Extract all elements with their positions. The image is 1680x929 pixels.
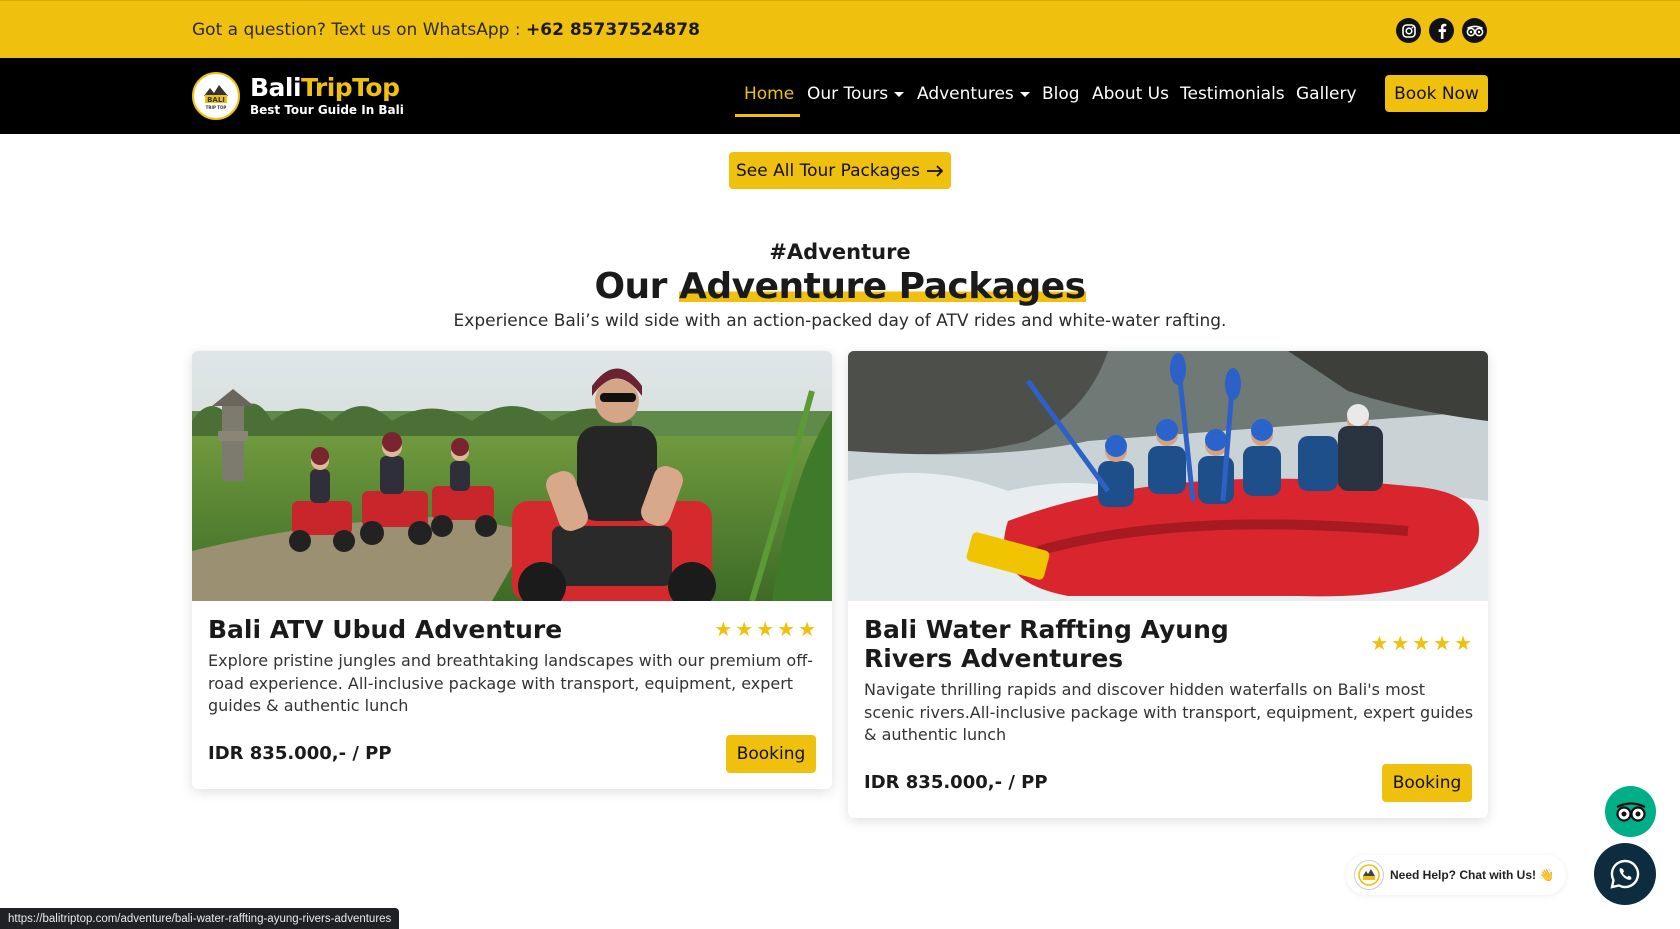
whatsapp-contact-text: Got a question? Text us on WhatsApp : +6… bbox=[192, 20, 700, 40]
section-title-highlight: Adventure Packages bbox=[678, 266, 1086, 307]
nav-home[interactable]: Home bbox=[744, 84, 794, 104]
logo-subtext: TRIP TOP bbox=[206, 105, 227, 110]
card-footer: IDR 835.000,- / PP Booking bbox=[208, 734, 816, 773]
card-body: ★ ★ ★ ★ ★ Bali Water Raffting Ayung Rivers A… bbox=[848, 601, 1488, 818]
card-description: Navigate thrilling rapids and discover h… bbox=[864, 680, 1474, 744]
star-icon: ★ bbox=[1412, 631, 1431, 655]
nav-home-label: Home bbox=[744, 84, 795, 104]
nav-about-us-label: About Us bbox=[1092, 84, 1169, 104]
section-eyebrow: #Adventure bbox=[769, 240, 911, 264]
whatsapp-icon bbox=[1610, 859, 1640, 889]
phone-number[interactable]: +62 85737524878 bbox=[526, 20, 700, 40]
whatsapp-float-button[interactable] bbox=[1594, 843, 1656, 905]
tripadvisor-icon bbox=[1615, 801, 1646, 822]
brand-wordmark[interactable]: BaliTripTop Best Tour Guide In Bali bbox=[250, 73, 404, 117]
browser-status-url: https://balitriptop.com/adventure/bali-w… bbox=[0, 908, 400, 929]
brand-logo[interactable]: BALI TRIP TOP bbox=[192, 72, 240, 120]
question-text: Got a question? Text us on WhatsApp : bbox=[192, 20, 527, 40]
tripadvisor-icon[interactable] bbox=[1462, 18, 1487, 43]
card-body: ★ ★ ★ ★ ★ Bali ATV Ubud Adventure Explore pr… bbox=[192, 601, 832, 789]
card-footer: IDR 835.000,- / PP Booking bbox=[864, 763, 1472, 802]
star-icon: ★ bbox=[756, 617, 775, 641]
section-title-plain: Our bbox=[594, 266, 679, 307]
nav-gallery-label: Gallery bbox=[1296, 84, 1357, 104]
star-icon: ★ bbox=[714, 617, 733, 641]
chevron-down-icon bbox=[894, 91, 905, 97]
chevron-down-icon bbox=[1019, 91, 1030, 97]
star-icon: ★ bbox=[735, 617, 754, 641]
star-icon: ★ bbox=[1391, 631, 1410, 655]
rafting-photo[interactable] bbox=[848, 351, 1488, 601]
agent-avatar bbox=[1354, 860, 1384, 890]
social-links bbox=[1396, 18, 1487, 43]
package-card-rafting: ★ ★ ★ ★ ★ Bali Water Raffting Ayung Rivers A… bbox=[848, 351, 1488, 818]
rating-stars: ★ ★ ★ ★ ★ bbox=[714, 619, 816, 639]
star-icon: ★ bbox=[777, 617, 796, 641]
star-icon: ★ bbox=[1370, 631, 1389, 655]
main-navbar: BALI TRIP TOP BaliTripTop Best Tour Guid… bbox=[0, 58, 1680, 134]
nav-gallery[interactable]: Gallery bbox=[1296, 84, 1357, 104]
nav-testimonials[interactable]: Testimonials bbox=[1180, 84, 1285, 104]
nav-about-us[interactable]: About Us bbox=[1092, 84, 1169, 104]
star-icon: ★ bbox=[1454, 631, 1472, 655]
see-all-label: See All Tour Packages bbox=[736, 160, 920, 181]
card-price: IDR 835.000,- / PP bbox=[864, 772, 1048, 793]
rating-stars: ★ ★ ★ ★ ★ bbox=[1370, 633, 1472, 653]
arrow-right-icon bbox=[926, 164, 944, 177]
card-description: Explore pristine jungles and breathtakin… bbox=[208, 651, 814, 715]
brand-name-part1: Bali bbox=[250, 73, 302, 102]
nav-testimonials-label: Testimonials bbox=[1180, 84, 1285, 104]
top-info-bar: Got a question? Text us on WhatsApp : +6… bbox=[0, 0, 1680, 58]
nav-adventures[interactable]: Adventures bbox=[917, 84, 1030, 104]
section-title: Our Adventure Packages bbox=[0, 266, 1680, 307]
card-title[interactable]: Bali Water Raffting Ayung Rivers Adventu… bbox=[864, 615, 1324, 673]
card-title[interactable]: Bali ATV Ubud Adventure bbox=[208, 615, 668, 644]
booking-button[interactable]: Booking bbox=[1382, 763, 1472, 802]
nav-blog-label: Blog bbox=[1042, 84, 1080, 104]
section-subtitle: Experience Bali’s wild side with an acti… bbox=[453, 311, 1227, 331]
tripadvisor-float-button[interactable] bbox=[1605, 786, 1656, 837]
nav-blog[interactable]: Blog bbox=[1042, 84, 1080, 104]
book-now-button[interactable]: Book Now bbox=[1385, 75, 1488, 112]
brand-tagline: Best Tour Guide In Bali bbox=[250, 103, 404, 117]
nav-our-tours-label: Our Tours bbox=[807, 84, 889, 104]
star-icon: ★ bbox=[798, 617, 816, 641]
logo-text: BALI bbox=[207, 96, 225, 104]
nav-our-tours[interactable]: Our Tours bbox=[807, 84, 905, 104]
instagram-icon[interactable] bbox=[1396, 18, 1421, 43]
package-card-atv: ★ ★ ★ ★ ★ Bali ATV Ubud Adventure Explore pr… bbox=[192, 351, 832, 789]
star-icon: ★ bbox=[1433, 631, 1452, 655]
see-all-tour-packages-button[interactable]: See All Tour Packages bbox=[729, 152, 951, 189]
card-price: IDR 835.000,- / PP bbox=[208, 743, 392, 764]
brand-name-part2: TripTop bbox=[301, 73, 400, 102]
brand-name: BaliTripTop bbox=[250, 73, 404, 102]
facebook-icon[interactable] bbox=[1429, 18, 1454, 43]
active-nav-indicator bbox=[735, 114, 800, 117]
nav-adventures-label: Adventures bbox=[917, 84, 1014, 104]
chat-help-pill[interactable]: Need Help? Chat with Us! 👋 bbox=[1346, 855, 1567, 895]
booking-button[interactable]: Booking bbox=[726, 734, 816, 773]
chat-help-text: Need Help? Chat with Us! 👋 bbox=[1390, 868, 1555, 882]
atv-photo[interactable] bbox=[192, 351, 832, 601]
